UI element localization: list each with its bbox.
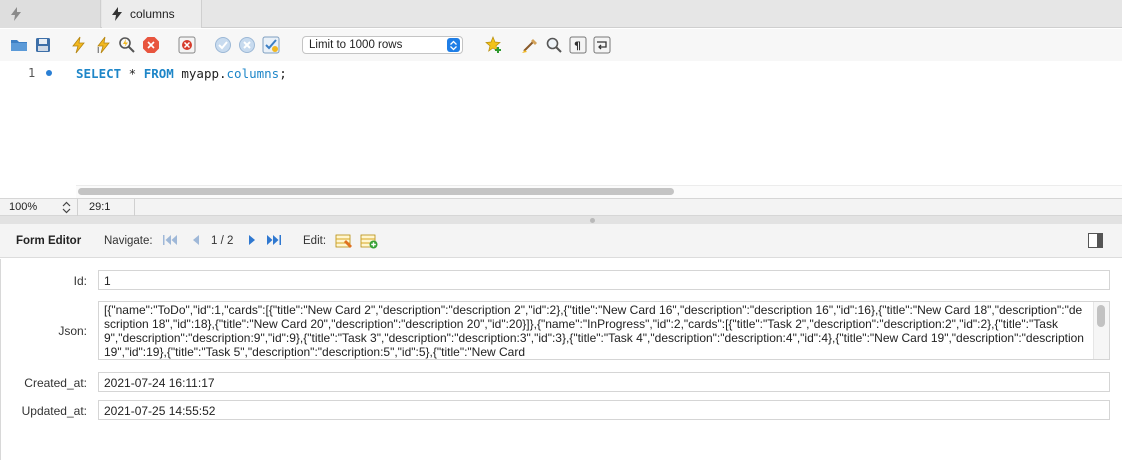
form-editor-title: Form Editor xyxy=(16,235,82,247)
updated-at-label: Updated_at: xyxy=(21,404,87,418)
select-arrows-icon xyxy=(447,38,460,52)
sql-code-line[interactable]: SELECT * FROM myapp.columns; xyxy=(76,66,287,81)
created-at-label: Created_at: xyxy=(24,376,87,390)
status-divider xyxy=(134,199,135,216)
sql-schema: myapp. xyxy=(173,66,227,81)
cursor-position: 29:1 xyxy=(89,201,111,213)
json-label: Json: xyxy=(58,324,87,338)
navigate-label: Navigate: xyxy=(104,235,153,247)
next-record-icon[interactable] xyxy=(244,233,260,247)
form-editor-toolbar: Form Editor Navigate: 1 / 2 Edit: xyxy=(0,224,1122,258)
edit-label: Edit: xyxy=(303,235,327,247)
sql-keyword-select: SELECT xyxy=(76,66,122,81)
svg-text:I: I xyxy=(97,46,99,54)
sql-star: * xyxy=(121,66,144,81)
edit-row-icon[interactable] xyxy=(335,233,353,249)
tab-columns[interactable]: columns xyxy=(102,0,202,28)
tab-label: columns xyxy=(130,7,175,21)
zoom-level: 100% xyxy=(9,201,38,213)
sql-keyword-from: FROM xyxy=(143,66,174,81)
id-field[interactable]: 1 xyxy=(98,270,1110,290)
rollback-icon[interactable] xyxy=(237,35,257,55)
first-record-icon[interactable] xyxy=(162,233,178,247)
lightning-icon xyxy=(112,7,122,21)
updated-at-field[interactable]: 2021-07-25 14:55:52 xyxy=(98,400,1110,420)
query-toolbar: I Limit to 1000 rows ¶ xyxy=(0,29,1122,61)
last-record-icon[interactable] xyxy=(266,233,282,247)
sql-semicolon: ; xyxy=(279,66,287,81)
sql-editor[interactable]: 1 SELECT * FROM myapp.columns; xyxy=(0,61,1122,198)
toggle-panel-icon[interactable] xyxy=(1088,233,1103,248)
execute-current-icon[interactable]: I xyxy=(93,35,113,55)
limit-rows-select[interactable]: Limit to 1000 rows xyxy=(302,36,463,54)
open-folder-icon[interactable] xyxy=(9,35,29,55)
execute-icon[interactable] xyxy=(68,35,88,55)
find-icon[interactable] xyxy=(544,35,564,55)
lightning-icon xyxy=(11,7,21,21)
json-vscroll-thumb[interactable] xyxy=(1097,305,1105,327)
panel-splitter[interactable] xyxy=(0,216,1122,224)
form-editor: Id: 1 Json: [{"name":"ToDo","id":1,"card… xyxy=(0,259,1122,460)
splitter-handle-icon[interactable] xyxy=(590,218,595,223)
toggle-error-icon[interactable] xyxy=(177,35,197,55)
editor-status-bar: 100% 29:1 xyxy=(0,198,1122,216)
beautify-icon[interactable] xyxy=(520,35,540,55)
created-at-field[interactable]: 2021-07-24 16:11:17 xyxy=(98,372,1110,392)
invisible-chars-icon[interactable]: ¶ xyxy=(568,35,588,55)
tab-bar: columns xyxy=(0,0,1122,28)
id-label: Id: xyxy=(73,274,87,288)
wrap-icon[interactable] xyxy=(592,35,612,55)
record-page-indicator: 1 / 2 xyxy=(211,235,234,247)
autocommit-icon[interactable] xyxy=(261,35,281,55)
svg-text:¶: ¶ xyxy=(574,40,581,53)
previous-record-icon[interactable] xyxy=(188,233,204,247)
stop-icon[interactable] xyxy=(141,35,161,55)
add-snippet-icon[interactable] xyxy=(484,35,504,55)
zoom-stepper-icon[interactable] xyxy=(61,201,72,214)
save-icon[interactable] xyxy=(33,35,53,55)
status-divider xyxy=(77,199,78,216)
commit-icon[interactable] xyxy=(213,35,233,55)
line-number: 1 xyxy=(28,66,36,80)
statement-marker-icon xyxy=(46,70,52,76)
add-row-icon[interactable] xyxy=(360,233,378,249)
explain-icon[interactable] xyxy=(117,35,137,55)
editor-hscroll-thumb[interactable] xyxy=(78,188,674,195)
sql-table: columns xyxy=(226,66,280,81)
limit-rows-value: Limit to 1000 rows xyxy=(309,39,403,51)
tab-query-1[interactable] xyxy=(0,0,101,28)
json-field[interactable]: [{"name":"ToDo","id":1,"cards":[{"title"… xyxy=(98,301,1110,360)
